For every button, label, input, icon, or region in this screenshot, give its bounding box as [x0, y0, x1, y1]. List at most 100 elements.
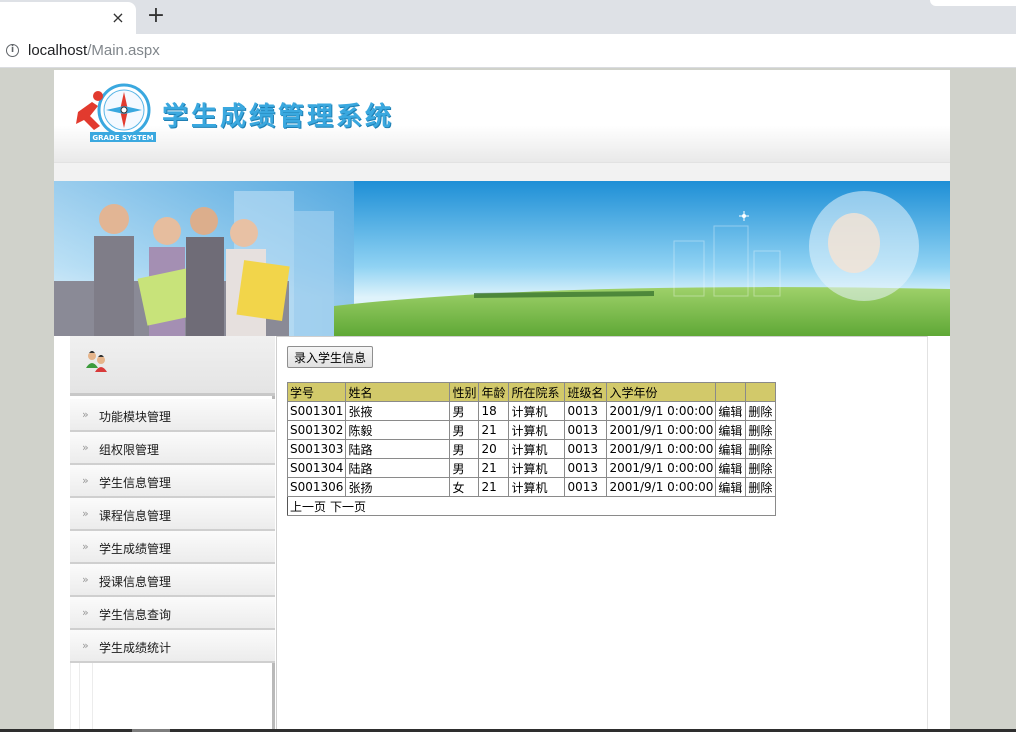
sidebar-item-student-info[interactable]: » 学生信息管理 [70, 465, 275, 498]
column-header: 入学年份 [606, 382, 717, 402]
column-header [715, 382, 747, 402]
cell-name: 张扬 [345, 477, 451, 497]
cell-class: 0013 [564, 477, 608, 497]
browser-tab-bar: × + [0, 0, 1016, 34]
cell-gender: 男 [449, 439, 480, 459]
chevron-double-right-icon: » [82, 573, 89, 586]
url-host: localhost [28, 42, 88, 59]
sidebar-item-label: 学生成绩管理 [99, 542, 172, 556]
chevron-double-right-icon: » [82, 408, 89, 421]
delete-link[interactable]: 删除 [745, 420, 777, 440]
sidebar-item-label: 学生信息管理 [99, 476, 172, 490]
next-page-link[interactable]: 下一页 [330, 500, 366, 514]
chevron-double-right-icon: » [82, 441, 89, 454]
edit-link[interactable]: 编辑 [715, 439, 747, 459]
address-bar[interactable]: i localhost/Main.aspx [0, 34, 1016, 68]
prev-page-link[interactable]: 上一页 [290, 500, 326, 514]
delete-link[interactable]: 删除 [745, 439, 777, 459]
edit-link[interactable]: 编辑 [715, 458, 747, 478]
header-divider-strip [54, 162, 950, 181]
cell-age: 21 [478, 458, 510, 478]
close-tab-icon[interactable]: × [108, 8, 128, 28]
cell-department: 计算机 [508, 458, 566, 478]
cell-student-id: S001306 [286, 477, 347, 497]
cell-name: 张掖 [345, 401, 451, 421]
cell-class: 0013 [564, 401, 608, 421]
cell-gender: 男 [449, 420, 480, 440]
cell-gender: 男 [449, 458, 480, 478]
url-path: /Main.aspx [87, 42, 160, 59]
add-student-button[interactable]: 录入学生信息 [287, 346, 374, 368]
sidebar-item-student-query[interactable]: » 学生信息查询 [70, 597, 275, 630]
cell-department: 计算机 [508, 401, 566, 421]
delete-link[interactable]: 删除 [745, 477, 777, 497]
site-info-icon[interactable]: i [6, 44, 19, 57]
delete-link[interactable]: 删除 [745, 458, 777, 478]
cell-enroll-date: 2001/9/1 0:00:00 [606, 420, 717, 440]
users-icon [86, 351, 107, 372]
cell-enroll-date: 2001/9/1 0:00:00 [606, 439, 717, 459]
sidebar-item-grade-statistics[interactable]: » 学生成绩统计 [70, 630, 275, 663]
column-header [745, 382, 777, 402]
chevron-double-right-icon: » [82, 606, 89, 619]
column-header: 姓名 [345, 382, 451, 402]
cell-enroll-date: 2001/9/1 0:00:00 [606, 401, 717, 421]
nav-menu: » 功能模块管理 » 组权限管理 » 学生信息管理 » 课程信息管理 » 学生成绩管理 »… [70, 399, 275, 663]
column-header: 年龄 [478, 382, 510, 402]
chevron-double-right-icon: » [82, 540, 89, 553]
sidebar-item-course-info[interactable]: » 课程信息管理 [70, 498, 275, 531]
sidebar-item-teaching-info[interactable]: » 授课信息管理 [70, 564, 275, 597]
cell-enroll-date: 2001/9/1 0:00:00 [606, 458, 717, 478]
cell-age: 21 [478, 420, 510, 440]
cell-department: 计算机 [508, 420, 566, 440]
sidebar-item-module-management[interactable]: » 功能模块管理 [70, 399, 275, 432]
sidebar-filler [70, 663, 275, 732]
table-row: S001303 陆路 男 20 计算机 0013 2001/9/1 0:00:0… [286, 439, 777, 459]
site-header: GRADE SYSTEM 学生成绩管理系统 [54, 70, 950, 162]
column-header: 性别 [449, 382, 480, 402]
delete-link[interactable]: 删除 [745, 401, 777, 421]
sidebar-item-label: 组权限管理 [99, 443, 160, 457]
column-header: 班级名 [564, 382, 608, 402]
table-row: S001302 陈毅 男 21 计算机 0013 2001/9/1 0:00:0… [286, 420, 777, 440]
banner-image [54, 181, 950, 336]
main-content: 录入学生信息 学号 姓名 性别 年龄 所在院系 班级名 入学年份 S001301 [276, 336, 928, 732]
browser-tab[interactable]: × [0, 2, 136, 34]
cell-class: 0013 [564, 458, 608, 478]
column-header: 所在院系 [508, 382, 566, 402]
chevron-double-right-icon: » [82, 507, 89, 520]
cell-student-id: S001302 [286, 420, 347, 440]
system-title: 学生成绩管理系统 [162, 102, 395, 132]
sidebar: » 功能模块管理 » 组权限管理 » 学生信息管理 » 课程信息管理 » 学生成绩管理 »… [70, 336, 275, 732]
chevron-double-right-icon: » [82, 474, 89, 487]
cell-name: 陆路 [345, 458, 451, 478]
window-controls-area [930, 0, 1016, 6]
table-row: S001301 张掖 男 18 计算机 0013 2001/9/1 0:00:0… [286, 401, 777, 421]
logo-caption: GRADE SYSTEM [92, 134, 153, 142]
cell-student-id: S001304 [286, 458, 347, 478]
cell-department: 计算机 [508, 477, 566, 497]
cell-department: 计算机 [508, 439, 566, 459]
table-row: S001304 陆路 男 21 计算机 0013 2001/9/1 0:00:0… [286, 458, 777, 478]
cell-student-id: S001301 [286, 401, 347, 421]
cell-name: 陈毅 [345, 420, 451, 440]
column-header: 学号 [286, 382, 347, 402]
cell-age: 21 [478, 477, 510, 497]
edit-link[interactable]: 编辑 [715, 477, 747, 497]
sidebar-item-label: 学生成绩统计 [99, 641, 172, 655]
table-header-row: 学号 姓名 性别 年龄 所在院系 班级名 入学年份 [286, 382, 777, 402]
new-tab-icon[interactable]: + [144, 4, 168, 28]
cell-name: 陆路 [345, 439, 451, 459]
student-runner-compass-logo: GRADE SYSTEM [76, 83, 156, 142]
edit-link[interactable]: 编辑 [715, 401, 747, 421]
sidebar-item-label: 学生信息查询 [99, 608, 172, 622]
table-row: S001306 张扬 女 21 计算机 0013 2001/9/1 0:00:0… [286, 477, 777, 497]
cell-class: 0013 [564, 420, 608, 440]
edit-link[interactable]: 编辑 [715, 420, 747, 440]
url-text[interactable]: localhost/Main.aspx [28, 42, 160, 59]
sidebar-item-label: 授课信息管理 [99, 575, 172, 589]
cell-gender: 女 [449, 477, 480, 497]
sidebar-item-group-permissions[interactable]: » 组权限管理 [70, 432, 275, 465]
cell-gender: 男 [449, 401, 480, 421]
sidebar-item-grade-management[interactable]: » 学生成绩管理 [70, 531, 275, 564]
